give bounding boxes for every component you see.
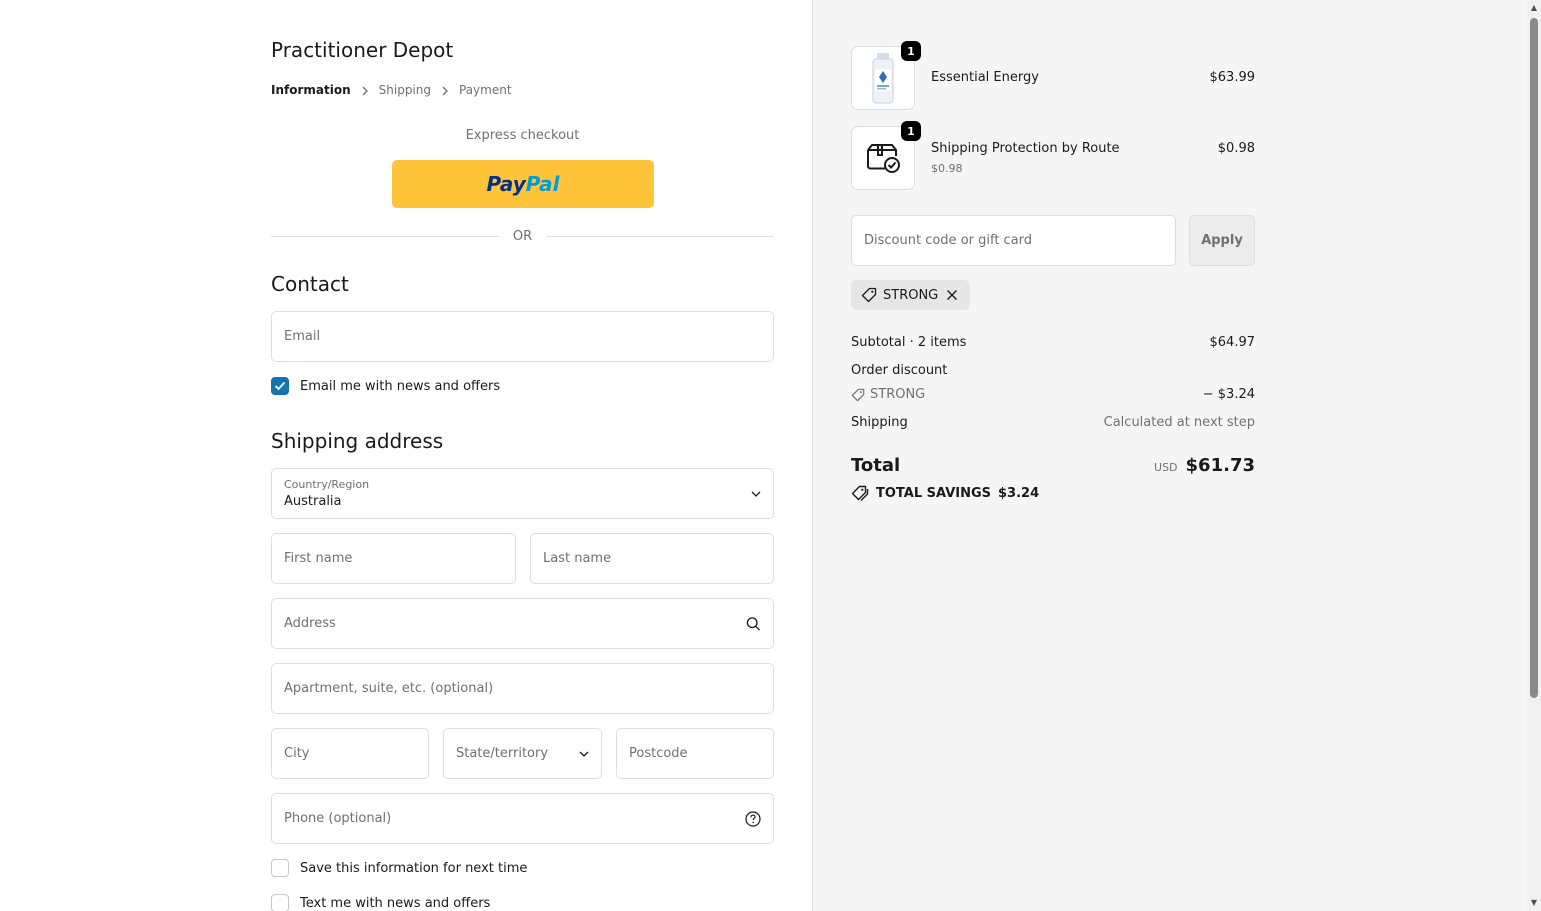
search-icon bbox=[746, 616, 761, 631]
currency-code: USD bbox=[1154, 461, 1178, 474]
discount-placeholder: Discount code or gift card bbox=[864, 233, 1033, 248]
address-placeholder: Address bbox=[284, 616, 336, 631]
product-name: Essential Energy bbox=[931, 70, 1039, 85]
discount-value: − $3.24 bbox=[1202, 387, 1255, 402]
state-placeholder: State/territory bbox=[456, 746, 549, 761]
product-sub-price: $0.98 bbox=[931, 162, 963, 175]
save-info-label: Save this information for next time bbox=[300, 860, 528, 876]
order-discount-row: Order discount bbox=[851, 363, 1255, 378]
subtotal-value: $64.97 bbox=[1209, 335, 1256, 350]
breadcrumb-payment: Payment bbox=[459, 83, 512, 97]
express-checkout-label: Express checkout bbox=[465, 128, 580, 143]
contact-heading: Contact bbox=[271, 272, 349, 296]
breadcrumb-information[interactable]: Information bbox=[271, 83, 351, 97]
text-offers-checkbox-row[interactable]: Text me with news and offers bbox=[271, 894, 490, 911]
savings-label: TOTAL SAVINGS bbox=[876, 485, 992, 501]
scroll-down-arrow[interactable]: ▼ bbox=[1529, 898, 1539, 908]
postcode-field[interactable]: Postcode bbox=[616, 728, 774, 779]
email-field[interactable]: Email bbox=[271, 311, 774, 362]
savings-value: $3.24 bbox=[998, 485, 1040, 501]
close-icon[interactable] bbox=[946, 289, 958, 301]
package-check-icon bbox=[867, 144, 900, 173]
line-item: 1 Essential Energy $63.99 bbox=[851, 41, 1256, 110]
paypal-logo-pal: Pal bbox=[525, 172, 560, 196]
country-select[interactable]: Country/Region Australia bbox=[271, 468, 774, 519]
address-field[interactable]: Address bbox=[271, 598, 774, 649]
first-name-placeholder: First name bbox=[284, 551, 353, 566]
postcode-placeholder: Postcode bbox=[629, 746, 688, 761]
page-scrollbar[interactable]: ▲ ▼ bbox=[1527, 0, 1541, 911]
breadcrumb-shipping[interactable]: Shipping bbox=[379, 83, 431, 97]
applied-discount-tag: STRONG bbox=[851, 280, 971, 310]
email-placeholder: Email bbox=[284, 329, 321, 344]
chevron-down-icon bbox=[579, 751, 589, 757]
or-divider: OR bbox=[271, 226, 775, 246]
news-label: Email me with news and offers bbox=[300, 378, 501, 394]
order-discount-label: Order discount bbox=[851, 363, 948, 378]
discount-code-input[interactable]: Discount code or gift card bbox=[851, 215, 1176, 266]
last-name-placeholder: Last name bbox=[543, 551, 612, 566]
discount-code-row: STRONG − $3.24 bbox=[851, 387, 1255, 406]
tag-icon bbox=[851, 388, 865, 401]
shipping-address-heading: Shipping address bbox=[271, 429, 444, 453]
city-placeholder: City bbox=[284, 746, 310, 761]
shipping-label: Shipping bbox=[851, 415, 908, 430]
subtotal-row: Subtotal · 2 items $64.97 bbox=[851, 335, 1255, 350]
scrollbar-thumb[interactable] bbox=[1530, 18, 1538, 698]
chevron-right-icon bbox=[351, 83, 379, 97]
text-offers-label: Text me with news and offers bbox=[300, 895, 491, 911]
help-icon[interactable] bbox=[745, 810, 761, 827]
product-price: $0.98 bbox=[1217, 141, 1255, 156]
chevron-right-icon bbox=[431, 83, 459, 97]
quantity-badge: 1 bbox=[901, 41, 921, 61]
savings-tag-icon bbox=[851, 485, 869, 501]
first-name-field[interactable]: First name bbox=[271, 533, 516, 584]
discount-code-label: STRONG bbox=[870, 387, 926, 402]
store-name[interactable]: Practitioner Depot bbox=[271, 38, 453, 62]
text-offers-checkbox[interactable] bbox=[271, 894, 289, 911]
apartment-placeholder: Apartment, suite, etc. (optional) bbox=[284, 681, 494, 696]
country-value: Australia bbox=[284, 494, 342, 509]
total-value: $61.73 bbox=[1185, 455, 1255, 476]
quantity-badge: 1 bbox=[901, 121, 921, 141]
line-item: 1 Shipping Protection by Route $0.98 $0.… bbox=[851, 121, 1255, 190]
total-value-group: USD $61.73 bbox=[1154, 455, 1255, 476]
total-savings: TOTAL SAVINGS $3.24 bbox=[851, 485, 1039, 501]
save-info-checkbox[interactable] bbox=[271, 859, 289, 877]
subtotal-label: Subtotal · 2 items bbox=[851, 335, 967, 350]
product-bottle-icon bbox=[872, 53, 894, 104]
country-label: Country/Region bbox=[284, 478, 370, 491]
city-field[interactable]: City bbox=[271, 728, 429, 779]
phone-placeholder: Phone (optional) bbox=[284, 811, 392, 826]
chevron-down-icon bbox=[751, 491, 761, 497]
breadcrumb: Information Shipping Payment bbox=[271, 83, 512, 97]
state-select[interactable]: State/territory bbox=[443, 728, 602, 779]
checkout-form-panel: Practitioner Depot Information Shipping … bbox=[0, 0, 812, 911]
scroll-up-arrow[interactable]: ▲ bbox=[1529, 3, 1539, 13]
last-name-field[interactable]: Last name bbox=[530, 533, 774, 584]
shipping-row: Shipping Calculated at next step bbox=[851, 415, 1255, 430]
tag-icon bbox=[861, 287, 877, 303]
apartment-field[interactable]: Apartment, suite, etc. (optional) bbox=[271, 663, 774, 714]
product-name: Shipping Protection by Route bbox=[931, 141, 1120, 156]
total-label: Total bbox=[851, 455, 901, 476]
applied-code-label: STRONG bbox=[883, 287, 939, 303]
phone-field[interactable]: Phone (optional) bbox=[271, 793, 774, 844]
news-checkbox-row[interactable]: Email me with news and offers bbox=[271, 377, 500, 395]
news-checkbox[interactable] bbox=[271, 377, 289, 395]
save-info-checkbox-row[interactable]: Save this information for next time bbox=[271, 859, 527, 877]
product-price: $63.99 bbox=[1209, 70, 1256, 85]
check-icon bbox=[274, 381, 286, 391]
paypal-button[interactable]: Pay Pal bbox=[392, 160, 654, 208]
apply-button[interactable]: Apply bbox=[1189, 215, 1255, 266]
shipping-value: Calculated at next step bbox=[1103, 415, 1255, 430]
paypal-logo-pay: Pay bbox=[486, 172, 526, 196]
or-label: OR bbox=[512, 228, 533, 244]
